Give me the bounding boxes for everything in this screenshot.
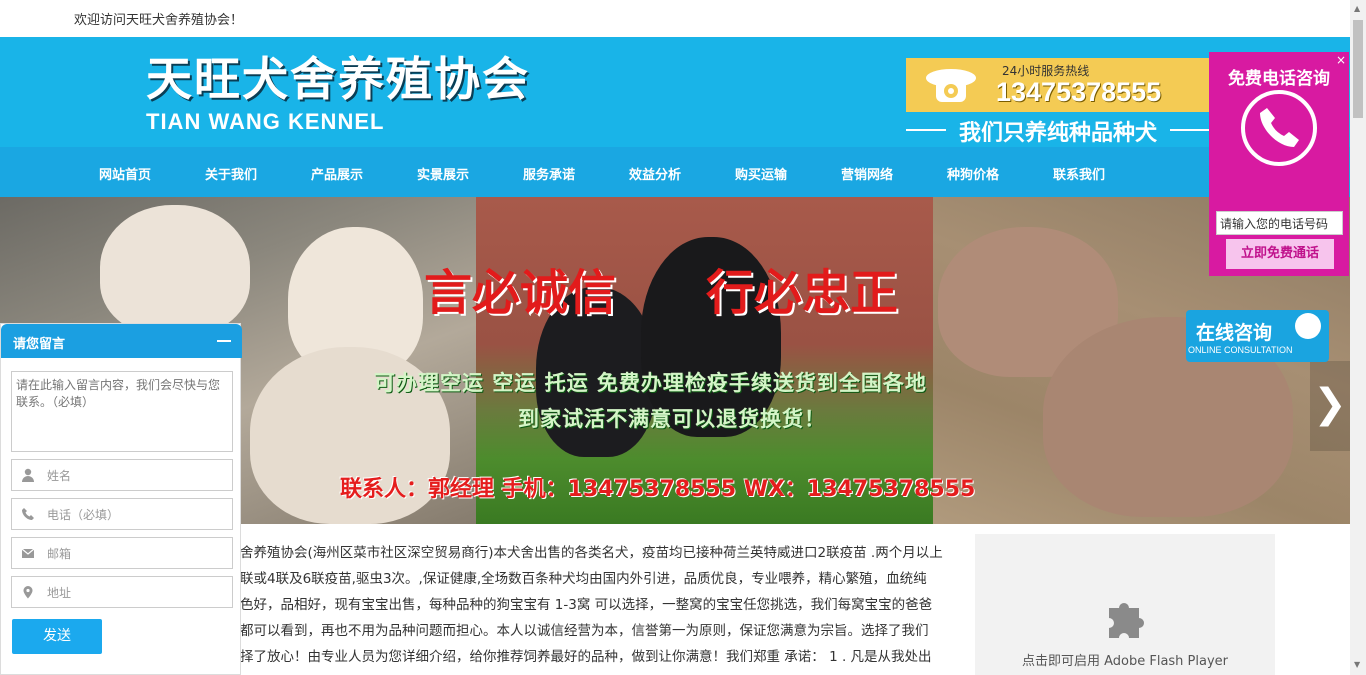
- chevron-right-icon[interactable]: ❯: [1310, 361, 1350, 451]
- nav-item-network[interactable]: 营销网络: [841, 164, 893, 183]
- call-phone-input[interactable]: [1216, 211, 1343, 235]
- user-icon: [22, 468, 34, 482]
- site-header: 天旺犬舍养殖协会 TIAN WANG KENNEL 24小时服务热线 13475…: [0, 37, 1350, 147]
- chat-bubble-icon: [1295, 313, 1321, 339]
- banner-shipping-text: 可办理空运 空运 托运 免费办理检疫手续送货到全国各地: [374, 371, 927, 395]
- nav-item-products[interactable]: 产品展示: [311, 164, 363, 183]
- email-field[interactable]: 邮箱: [11, 537, 233, 569]
- slogan-text: 我们只养纯种品种犬: [958, 121, 1157, 146]
- nav-item-benefit[interactable]: 效益分析: [629, 164, 681, 183]
- envelope-icon: [21, 548, 35, 558]
- scroll-up-icon[interactable]: ▲: [1354, 4, 1360, 13]
- online-consult-label: 在线咨询: [1196, 322, 1273, 344]
- nav-item-gallery[interactable]: 实景展示: [417, 164, 469, 183]
- nav-item-shipping[interactable]: 购买运输: [735, 164, 787, 183]
- banner-title-right: 行必忠正: [706, 265, 899, 321]
- email-placeholder: 邮箱: [47, 547, 72, 561]
- free-call-title: 免费电话咨询: [1228, 69, 1330, 89]
- nav-item-home[interactable]: 网站首页: [99, 164, 151, 183]
- address-placeholder: 地址: [47, 586, 72, 600]
- flash-placeholder[interactable]: 点击即可启用 Adobe Flash Player: [975, 534, 1275, 675]
- nav-item-about[interactable]: 关于我们: [205, 164, 257, 183]
- welcome-text: 欢迎访问天旺犬舍养殖协会！: [74, 13, 244, 28]
- hotline-number: 13475378555: [996, 77, 1162, 107]
- intro-line: 择了放心！由专业人员为您详细介绍，给你推荐饲养最好的品种，做到让你满意！我们郑重…: [240, 649, 932, 665]
- nav-item-service[interactable]: 服务承诺: [523, 164, 575, 183]
- dog-shape: [100, 205, 250, 335]
- header-slogan: 我们只养纯种品种犬: [906, 115, 1210, 146]
- hotline-box: 24小时服务热线 13475378555: [906, 58, 1210, 112]
- main-navigation: 网站首页 关于我们 产品展示 实景展示 服务承诺 效益分析 购买运输 营销网络 …: [0, 147, 1350, 197]
- banner-contact-text: 联系人：郭经理 手机：13475378555 WX：13475378555: [340, 477, 976, 502]
- slogan-divider-right: [1170, 129, 1210, 131]
- call-circle: [1241, 90, 1317, 166]
- phone-placeholder: 电话（必填）: [47, 508, 120, 522]
- page-scrollbar[interactable]: ▲ ▼: [1350, 0, 1366, 675]
- online-consult-sub: ONLINE CONSULTATION: [1188, 345, 1293, 355]
- free-call-box: × 免费电话咨询 立即免费通话: [1209, 52, 1349, 276]
- message-widget-title: 请您留言: [13, 337, 66, 352]
- plugin-puzzle-icon: [1109, 603, 1144, 638]
- banner-title-left: 言必诚信: [424, 265, 617, 321]
- message-widget-header[interactable]: 请您留言: [1, 324, 242, 358]
- intro-line: 联或4联及6联疫苗,驱虫3次。,保证健康,全场数百条种犬均由国内外引进，品质优良…: [240, 571, 927, 587]
- intro-line: 舍养殖协会(海州区菜市社区深空贸易商行)本犬舍出售的各类名犬，疫苗均已接种荷兰英…: [240, 545, 943, 561]
- intro-line: 色好，品相好，现有宝宝出售，每种品种的狗宝宝有 1-3窝 可以选择，一整窝的宝宝…: [240, 597, 933, 613]
- name-placeholder: 姓名: [47, 469, 72, 483]
- message-content-input[interactable]: [11, 371, 233, 452]
- nav-item-contact[interactable]: 联系我们: [1053, 164, 1105, 183]
- phone-icon: [22, 508, 34, 520]
- address-field[interactable]: 地址: [11, 576, 233, 608]
- banner-return-text: 到家试活不满意可以退货换货！: [518, 407, 826, 431]
- send-button[interactable]: 发送: [12, 619, 102, 654]
- phone-handset-icon: [1260, 108, 1299, 147]
- intro-line: 都可以看到，再也不用为品种问题而担心。本人以诚信经营为本，信誉第一为原则，保证您…: [240, 623, 929, 639]
- intro-text: 舍养殖协会(海州区菜市社区深空贸易商行)本犬舍出售的各类名犬，疫苗均已接种荷兰英…: [240, 540, 962, 670]
- name-field[interactable]: 姓名: [11, 459, 233, 491]
- free-call-button[interactable]: 立即免费通话: [1226, 239, 1334, 269]
- scrollbar-thumb[interactable]: [1353, 20, 1363, 118]
- telephone-icon: [926, 69, 976, 102]
- top-welcome-bar: 欢迎访问天旺犬舍养殖协会！: [0, 0, 1350, 37]
- nav-item-prices[interactable]: 种狗价格: [947, 164, 999, 183]
- phone-field[interactable]: 电话（必填）: [11, 498, 233, 530]
- minimize-icon[interactable]: [217, 340, 231, 342]
- online-consult-button[interactable]: 在线咨询 ONLINE CONSULTATION: [1186, 310, 1329, 362]
- scroll-down-icon[interactable]: ▼: [1354, 660, 1360, 669]
- flash-enable-text[interactable]: 点击即可启用 Adobe Flash Player: [975, 650, 1275, 669]
- slogan-divider-left: [906, 129, 946, 131]
- location-pin-icon: [23, 586, 33, 599]
- message-widget: 请您留言 姓名 电话（必填） 邮箱 地址 发送: [0, 323, 242, 675]
- site-logo-chinese[interactable]: 天旺犬舍养殖协会: [146, 43, 530, 109]
- site-logo-english[interactable]: TIAN WANG KENNEL: [146, 109, 384, 135]
